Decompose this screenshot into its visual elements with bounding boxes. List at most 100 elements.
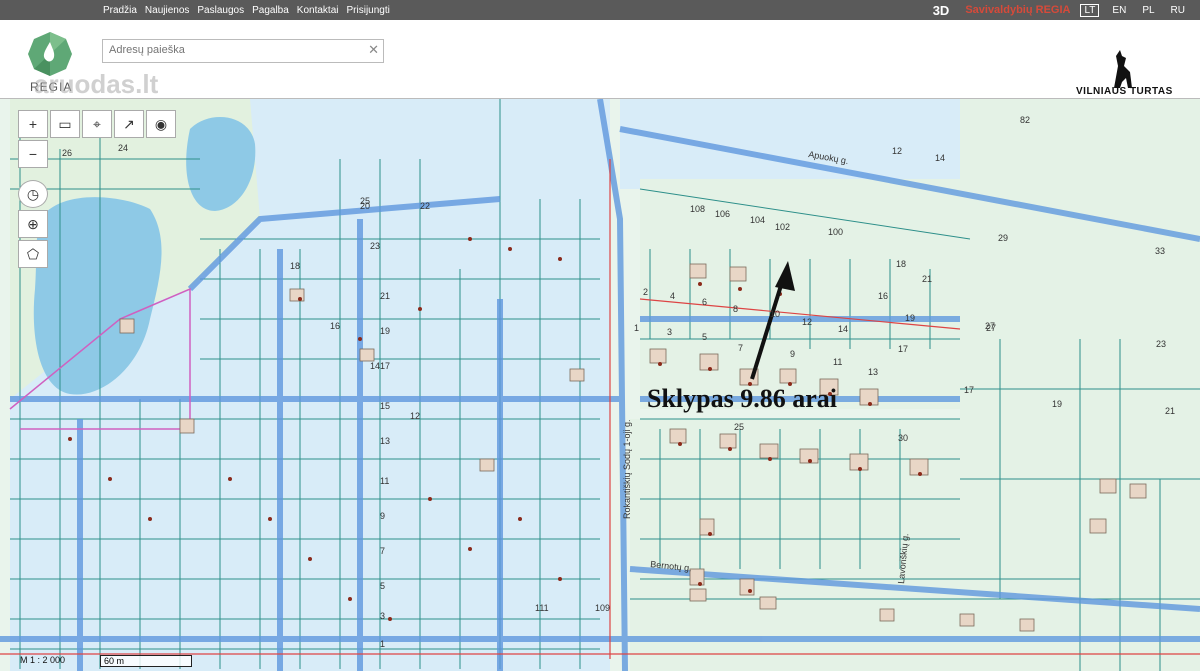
residential-zone <box>620 99 980 189</box>
pin-icon: ⌖ <box>93 115 101 132</box>
main-nav: Pradžia Naujienos Paslaugos Pagalba Kont… <box>103 0 390 20</box>
parcel-number: 12 <box>410 411 420 421</box>
parcel-number: 12 <box>892 146 902 156</box>
nav-naujienos[interactable]: Naujienos <box>145 5 189 16</box>
measure-button[interactable]: ▭ <box>50 110 80 138</box>
parcel-number: 27 <box>985 321 995 331</box>
parcel-number: 23 <box>370 241 380 251</box>
top-right: 3D Savivaldybių REGIA LT EN PL RU <box>933 0 1188 20</box>
parcel-number: 4 <box>670 291 675 301</box>
parcel-number: 25 <box>360 196 370 206</box>
parcel-number: 22 <box>420 201 430 211</box>
clear-icon[interactable]: ✕ <box>368 42 379 58</box>
clock-icon: ◷ <box>26 185 40 202</box>
parcel-number: 29 <box>998 233 1008 243</box>
parcel-number: 7 <box>738 343 743 353</box>
parcel-number: 13 <box>380 436 390 446</box>
nav-pagalba[interactable]: Pagalba <box>252 5 289 16</box>
parcel-number: 3 <box>380 611 385 621</box>
parcel-number: 25 <box>734 422 744 432</box>
address-search-input[interactable] <box>103 40 365 60</box>
top-bar: Pradžia Naujienos Paslaugos Pagalba Kont… <box>0 0 1200 20</box>
parcel-number: 19 <box>1052 399 1062 409</box>
parcel-number: 5 <box>702 332 707 342</box>
parcel-number: 14 <box>370 361 380 371</box>
target-icon: ◉ <box>154 115 168 132</box>
parcel-number: 109 <box>595 603 610 613</box>
parcel-number: 14 <box>935 153 945 163</box>
parcel-number: 106 <box>715 209 730 219</box>
parcel-number: 16 <box>330 321 340 331</box>
parcel-number: 10 <box>770 309 780 319</box>
parcel-number: 3 <box>667 327 672 337</box>
parcel-number: 5 <box>380 581 385 591</box>
parcel-number: 11 <box>380 476 389 486</box>
parcel-number: 16 <box>878 291 888 301</box>
lang-ru[interactable]: RU <box>1168 5 1188 16</box>
partner-logo-text: VILNIAUS TURTAS <box>1076 86 1173 97</box>
target-button[interactable]: ◉ <box>146 110 176 138</box>
parcel-number: 19 <box>905 313 915 323</box>
parcel-number: 26 <box>62 148 72 158</box>
draw-area-button[interactable]: ⬠ <box>18 240 48 268</box>
3d-button[interactable]: 3D <box>933 3 950 18</box>
crosshair-icon: ⊕ <box>27 215 39 232</box>
green-zone <box>630 419 1200 671</box>
parcel-number: 17 <box>964 385 974 395</box>
nav-paslaugos[interactable]: Paslaugos <box>197 5 244 16</box>
scale-bar: 60 m <box>100 655 192 667</box>
polygon-icon: ⬠ <box>26 245 40 262</box>
map-layer: 108 106 104 102 100 2 4 6 8 10 12 14 16 … <box>0 99 1200 671</box>
export-icon: ↗ <box>123 115 135 132</box>
nav-prisijungti[interactable]: Prisijungti <box>347 5 390 16</box>
parcel-number: 15 <box>380 401 390 411</box>
parcel-number: 12 <box>802 317 812 327</box>
annotation-label: Sklypas 9.86 arai <box>647 384 837 413</box>
watermark-text: aruodas.lt <box>34 69 159 99</box>
parcel-number: 8 <box>733 304 738 314</box>
parcel-number: 21 <box>1165 406 1175 416</box>
export-button[interactable]: ↗ <box>114 110 144 138</box>
header: REGIA ✕ aruodas.lt VILNIAUS TURTAS <box>0 20 1200 99</box>
parcel-number: 19 <box>380 326 390 336</box>
lang-en[interactable]: EN <box>1109 5 1129 16</box>
map-canvas[interactable]: 108 106 104 102 100 2 4 6 8 10 12 14 16 … <box>0 99 1200 671</box>
map-tools-column: + − ◷ ⊕ ⬠ <box>18 110 48 268</box>
parcel-number: 23 <box>1156 339 1166 349</box>
parcel-number: 111 <box>535 603 549 613</box>
street-name: Rokantiškių Sodų 1-oji g. <box>622 419 632 519</box>
parcel-number: 11 <box>833 357 842 367</box>
nav-kontaktai[interactable]: Kontaktai <box>297 5 339 16</box>
parcel-number: 18 <box>896 259 906 269</box>
lang-lt[interactable]: LT <box>1080 3 1100 17</box>
parcel-number: 100 <box>828 227 843 237</box>
nav-pradzia[interactable]: Pradžia <box>103 5 137 16</box>
parcel-number: 104 <box>750 215 765 225</box>
lang-pl[interactable]: PL <box>1139 5 1157 16</box>
parcel-number: 2 <box>643 287 648 297</box>
parcel-number: 33 <box>1155 246 1165 256</box>
pin-button[interactable]: ⌖ <box>82 110 112 138</box>
map-scale: M 1 : 2 000 <box>20 655 66 665</box>
parcel-number: 17 <box>380 361 390 371</box>
address-search: ✕ <box>102 39 384 63</box>
brand-title: Savivaldybių REGIA <box>965 4 1071 16</box>
parcel-number: 82 <box>1020 115 1030 125</box>
locate-button[interactable]: ⊕ <box>18 210 48 238</box>
parcel-number: 14 <box>838 324 848 334</box>
parcel-number: 7 <box>380 546 385 556</box>
parcel-number: 24 <box>118 143 128 153</box>
parcel-number: 9 <box>790 349 795 359</box>
map-tools-row: ▭ ⌖ ↗ ◉ <box>50 110 176 138</box>
history-button[interactable]: ◷ <box>18 180 48 208</box>
parcel-number: 21 <box>380 291 390 301</box>
ruler-icon: ▭ <box>58 115 72 132</box>
parcel-number: 1 <box>634 323 639 333</box>
parcel-number: 9 <box>380 511 385 521</box>
parcel-number: 21 <box>922 274 932 284</box>
parcel-number: 1 <box>380 639 385 649</box>
zoom-out-button[interactable]: − <box>18 140 48 168</box>
parcel-number: 17 <box>898 344 908 354</box>
parcel-number: 13 <box>868 367 878 377</box>
zoom-in-button[interactable]: + <box>18 110 48 138</box>
